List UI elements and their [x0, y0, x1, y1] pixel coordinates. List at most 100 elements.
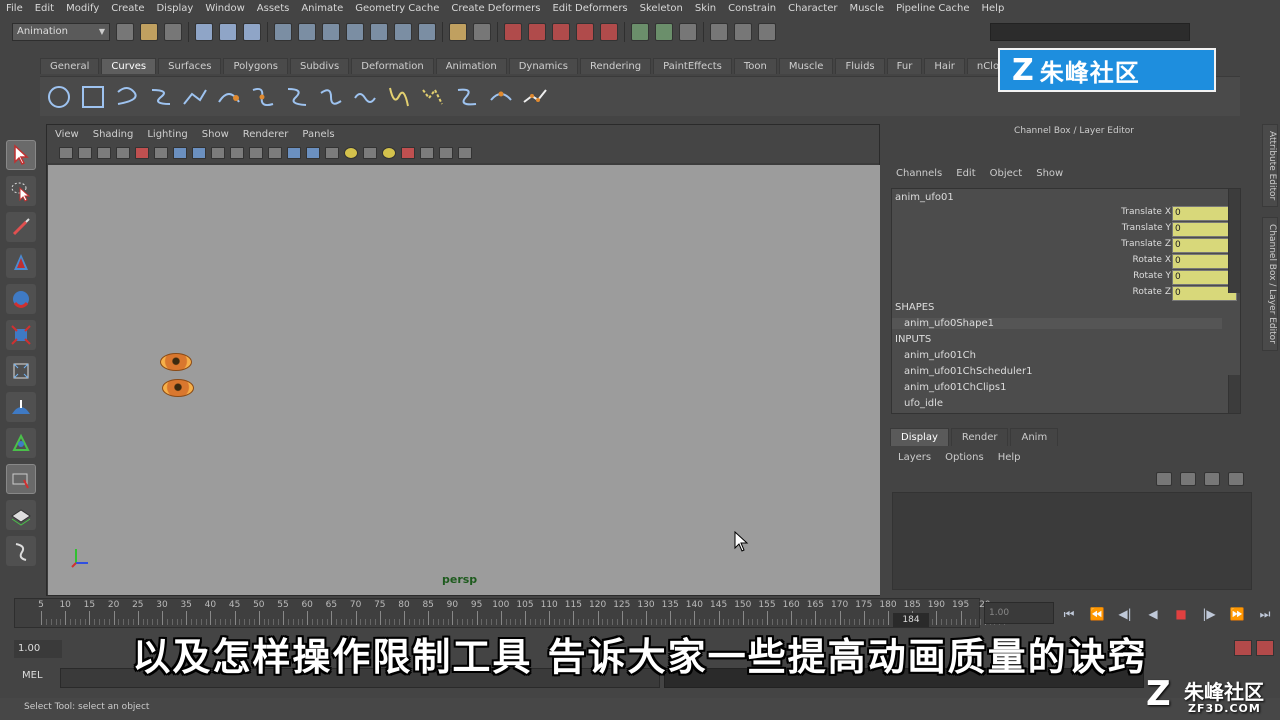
lasso-tool-icon[interactable] — [6, 176, 36, 206]
quick-select-field[interactable] — [990, 23, 1190, 41]
attribute-editor-icon[interactable] — [710, 23, 728, 41]
shelf-tab-muscle[interactable]: Muscle — [778, 58, 834, 74]
menu-edit-deformers[interactable]: Edit Deformers — [552, 3, 627, 14]
menu-modify[interactable]: Modify — [66, 3, 99, 14]
snap-curve-icon[interactable] — [298, 23, 316, 41]
input-node[interactable]: anim_ufo01ChClips1 — [904, 382, 1006, 393]
resolution-gate-icon[interactable] — [192, 147, 206, 159]
move-layer-up-icon[interactable] — [1204, 472, 1220, 486]
xray-joints-icon[interactable] — [439, 147, 453, 159]
channel-menu-edit[interactable]: Edit — [956, 168, 975, 179]
shelf-tab-surfaces[interactable]: Surfaces — [158, 58, 222, 74]
camera-attributes-icon[interactable] — [78, 147, 92, 159]
help-question-icon[interactable] — [418, 23, 436, 41]
menu-constrain[interactable]: Constrain — [728, 3, 776, 14]
rotate-tool-icon[interactable] — [6, 284, 36, 314]
reverse-curve-icon[interactable] — [420, 84, 446, 110]
bookmarks-icon[interactable] — [97, 147, 111, 159]
select-camera-icon[interactable] — [59, 147, 73, 159]
channel-menu-object[interactable]: Object — [990, 168, 1023, 179]
shelf-tab-animation[interactable]: Animation — [435, 58, 507, 74]
ep-curve-icon[interactable] — [148, 84, 174, 110]
go-to-end-icon[interactable]: ⏭ — [1254, 604, 1276, 624]
menu-assets[interactable]: Assets — [257, 3, 290, 14]
go-to-start-icon[interactable]: ⏮ — [1058, 604, 1080, 624]
open-scene-icon[interactable] — [140, 23, 158, 41]
make-live-icon[interactable] — [370, 23, 388, 41]
render-view-icon[interactable] — [600, 23, 618, 41]
layer-tab-display[interactable]: Display — [890, 428, 949, 446]
inputs-scrollbar[interactable] — [1228, 375, 1240, 413]
insert-knot-icon[interactable] — [318, 84, 344, 110]
circle-icon[interactable] — [46, 84, 72, 110]
create-layer-from-selected-icon[interactable] — [1180, 472, 1196, 486]
universal-manipulator-icon[interactable] — [6, 356, 36, 386]
hud-toggle-icon[interactable] — [458, 147, 472, 159]
shadows-icon[interactable] — [363, 147, 377, 159]
textured-icon[interactable] — [325, 147, 339, 159]
panel-menu-panels[interactable]: Panels — [302, 129, 334, 140]
menu-skeleton[interactable]: Skeleton — [640, 3, 683, 14]
fillet-curve-icon[interactable] — [488, 84, 514, 110]
arc-tool-icon[interactable] — [216, 84, 242, 110]
square-icon[interactable] — [80, 84, 106, 110]
gate-mask-icon[interactable] — [211, 147, 225, 159]
channel-box-tab[interactable]: Channel Box / Layer Editor — [1262, 217, 1278, 352]
image-plane-icon[interactable] — [116, 147, 130, 159]
rebuild-curve-icon[interactable] — [454, 84, 480, 110]
select-tool-icon[interactable] — [6, 140, 36, 170]
lock-icon[interactable] — [449, 23, 467, 41]
render-settings-icon[interactable] — [552, 23, 570, 41]
save-scene-icon[interactable] — [164, 23, 182, 41]
layer-menu-layers[interactable]: Layers — [898, 452, 931, 463]
menu-animate[interactable]: Animate — [301, 3, 343, 14]
outliner-panel-icon[interactable] — [6, 536, 36, 566]
shelf-tab-painteffects[interactable]: PaintEffects — [653, 58, 732, 74]
attributes-scrollbar[interactable] — [1228, 189, 1240, 293]
layer-tab-render[interactable]: Render — [950, 428, 1009, 446]
select-object-icon[interactable] — [219, 23, 237, 41]
new-scene-icon[interactable] — [116, 23, 134, 41]
menu-display[interactable]: Display — [156, 3, 193, 14]
select-component-icon[interactable] — [243, 23, 261, 41]
menu-set-dropdown[interactable]: Animation ▼ — [12, 23, 110, 41]
stop-icon[interactable]: ■ — [1170, 604, 1192, 624]
step-forward-key-icon[interactable]: ⏩ — [1226, 604, 1248, 624]
input-node[interactable]: anim_ufo01ChScheduler1 — [904, 366, 1032, 377]
construction-history-icon[interactable] — [473, 23, 491, 41]
offset-curve-icon[interactable] — [386, 84, 412, 110]
detach-curves-icon[interactable] — [284, 84, 310, 110]
shelf-tab-dynamics[interactable]: Dynamics — [508, 58, 579, 74]
hypershade-icon[interactable] — [576, 23, 594, 41]
select-hierarchy-icon[interactable] — [195, 23, 213, 41]
isolate-select-icon[interactable] — [401, 147, 415, 159]
tool-settings-icon[interactable] — [734, 23, 752, 41]
menu-character[interactable]: Character — [788, 3, 837, 14]
viewport-canvas[interactable]: persp — [48, 165, 880, 595]
shelf-tab-subdivs[interactable]: Subdivs — [289, 58, 350, 74]
menu-edit[interactable]: Edit — [35, 3, 54, 14]
shelf-tab-general[interactable]: General — [40, 58, 100, 74]
input-line-icon[interactable] — [655, 23, 673, 41]
ufo-object[interactable] — [160, 353, 192, 371]
ufo-object[interactable] — [162, 379, 194, 397]
step-back-frame-icon[interactable]: ◀| — [1114, 604, 1136, 624]
shelf-tab-polygons[interactable]: Polygons — [223, 58, 288, 74]
menu-create[interactable]: Create — [111, 3, 144, 14]
render-frame-icon[interactable] — [504, 23, 522, 41]
play-backwards-icon[interactable]: ◀ — [1142, 604, 1164, 624]
pencil-curve-icon[interactable] — [182, 84, 208, 110]
grid-toggle-icon[interactable] — [154, 147, 168, 159]
panel-menu-lighting[interactable]: Lighting — [147, 129, 187, 140]
layer-menu-options[interactable]: Options — [945, 452, 984, 463]
snap-point-icon[interactable] — [322, 23, 340, 41]
shelf-tab-deformation[interactable]: Deformation — [351, 58, 434, 74]
last-tool-used-icon[interactable] — [6, 464, 36, 494]
cut-curve-icon[interactable] — [522, 84, 548, 110]
layer-menu-help[interactable]: Help — [998, 452, 1021, 463]
move-tool-icon[interactable] — [6, 248, 36, 278]
scale-tool-icon[interactable] — [6, 320, 36, 350]
show-manipulator-icon[interactable] — [6, 428, 36, 458]
paint-select-tool-icon[interactable] — [6, 212, 36, 242]
panel-menu-shading[interactable]: Shading — [93, 129, 134, 140]
